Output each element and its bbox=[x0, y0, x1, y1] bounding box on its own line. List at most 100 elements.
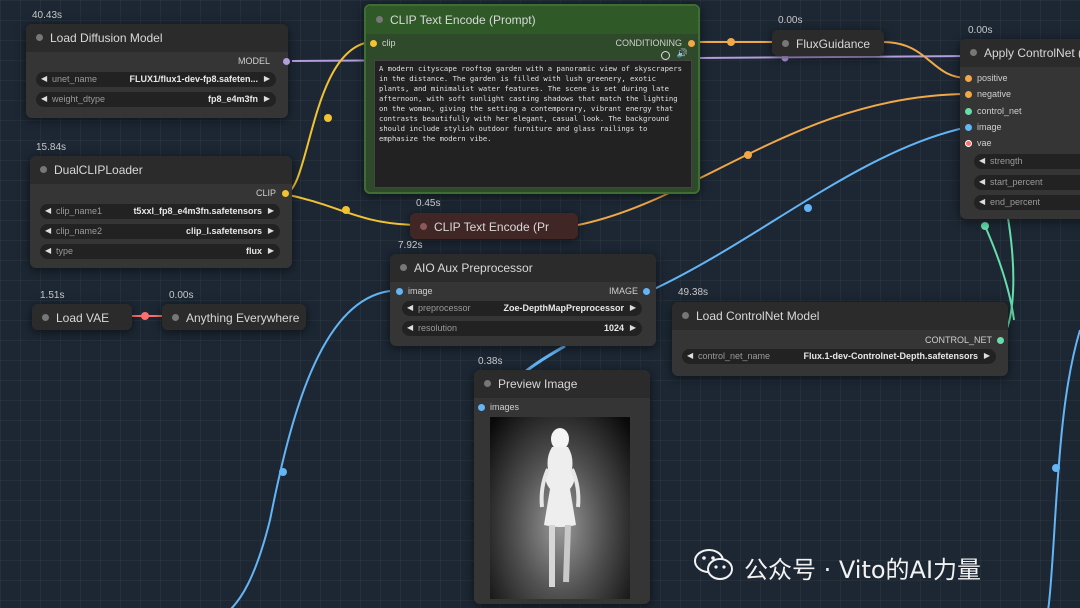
arrow-right-icon[interactable]: ▶ bbox=[268, 246, 274, 255]
node-title-bar[interactable]: Load Diffusion Model bbox=[26, 24, 288, 52]
wire-conditioning-positive bbox=[881, 41, 969, 79]
arrow-right-icon[interactable]: ▶ bbox=[630, 323, 636, 332]
widget-resolution[interactable]: ◀ resolution 1024 ▶ bbox=[402, 321, 642, 336]
clip-text-encode-prompt-node[interactable]: CLIP Text Encode (Prompt) clip CONDITION… bbox=[364, 4, 700, 194]
node-title-bar[interactable]: CLIP Text Encode (Pr bbox=[410, 213, 578, 239]
arrow-right-icon[interactable]: ▶ bbox=[268, 206, 274, 215]
wire-reroute-dot bbox=[727, 38, 735, 46]
widget-control-net-name[interactable]: ◀ control_net_name Flux.1-dev-Controlnet… bbox=[682, 349, 996, 364]
node-title-bar[interactable]: Anything Everywhere bbox=[162, 304, 306, 330]
node-title-bar[interactable]: DualCLIPLoader bbox=[30, 156, 292, 184]
load-vae-node[interactable]: Load VAE bbox=[32, 304, 132, 330]
clip-text-encode-collapsed-node[interactable]: CLIP Text Encode (Pr bbox=[410, 213, 578, 239]
flux-guidance-node[interactable]: FluxGuidance bbox=[772, 30, 884, 56]
input-label-image: image bbox=[977, 122, 1002, 132]
dual-clip-loader-node[interactable]: DualCLIPLoader CLIP ◀ clip_name1 t5xxl_f… bbox=[30, 156, 292, 268]
widget-clip-name1[interactable]: ◀ clip_name1 t5xxl_fp8_e4m3fn.safetensor… bbox=[40, 204, 280, 219]
collapse-dot-icon[interactable] bbox=[40, 166, 47, 173]
widget-value: FLUX1/flux1-dev-fp8.safeten... bbox=[129, 74, 258, 84]
output-slot-conditioning[interactable] bbox=[688, 40, 695, 47]
collapse-dot-icon[interactable] bbox=[970, 49, 977, 56]
arrow-left-icon[interactable]: ◀ bbox=[41, 94, 47, 103]
speaker-icon[interactable]: 🔊 bbox=[677, 48, 688, 59]
arrow-right-icon[interactable]: ▶ bbox=[630, 303, 636, 312]
node-title-bar[interactable]: CLIP Text Encode (Prompt) bbox=[366, 6, 698, 34]
input-slot-negative[interactable] bbox=[965, 91, 972, 98]
widget-label: start_percent bbox=[990, 177, 1043, 187]
input-slot-images[interactable] bbox=[478, 404, 485, 411]
node-title: DualCLIPLoader bbox=[54, 163, 143, 177]
collapse-dot-icon[interactable] bbox=[420, 223, 427, 230]
arrow-left-icon[interactable]: ◀ bbox=[45, 226, 51, 235]
input-slot-image[interactable] bbox=[965, 124, 972, 131]
arrow-left-icon[interactable]: ◀ bbox=[979, 156, 985, 165]
widget-type[interactable]: ◀ type flux ▶ bbox=[40, 244, 280, 259]
output-slot-control-net[interactable] bbox=[997, 337, 1004, 344]
output-slot-model[interactable] bbox=[283, 58, 290, 65]
output-slot-clip[interactable] bbox=[282, 190, 289, 197]
node-title-bar[interactable]: AIO Aux Preprocessor bbox=[390, 254, 656, 282]
anything-everywhere-node[interactable]: Anything Everywhere bbox=[162, 304, 306, 330]
input-label-vae: vae bbox=[977, 138, 992, 148]
arrow-left-icon[interactable]: ◀ bbox=[979, 177, 985, 186]
widget-label: preprocessor bbox=[418, 303, 471, 313]
widget-unet-name[interactable]: ◀ unet_name FLUX1/flux1-dev-fp8.safeten.… bbox=[36, 72, 276, 87]
node-canvas[interactable]: 40.43s Load Diffusion Model MODEL ◀ unet… bbox=[0, 0, 1080, 608]
node-timer: 49.38s bbox=[678, 287, 709, 298]
prompt-textarea[interactable]: A modern cityscape rooftop garden with a… bbox=[374, 60, 692, 188]
input-slot-image[interactable] bbox=[396, 288, 403, 295]
collapse-dot-icon[interactable] bbox=[172, 314, 179, 321]
arrow-right-icon[interactable]: ▶ bbox=[264, 74, 270, 83]
collapse-dot-icon[interactable] bbox=[376, 16, 383, 23]
widget-preprocessor[interactable]: ◀ preprocessor Zoe-DepthMapPreprocessor … bbox=[402, 301, 642, 316]
node-title-bar[interactable]: Apply ControlNet ( bbox=[960, 39, 1080, 67]
preview-image-node[interactable]: Preview Image images bbox=[474, 370, 650, 604]
node-timer: 0.38s bbox=[478, 356, 503, 367]
collapse-dot-icon[interactable] bbox=[400, 264, 407, 271]
collapse-dot-icon[interactable] bbox=[782, 40, 789, 47]
node-timer: 15.84s bbox=[36, 142, 67, 153]
input-label-clip: clip bbox=[382, 38, 396, 48]
widget-value: Zoe-DepthMapPreprocessor bbox=[503, 303, 624, 313]
input-label-positive: positive bbox=[977, 73, 1008, 83]
output-slot-image[interactable] bbox=[643, 288, 650, 295]
record-icon[interactable] bbox=[661, 51, 670, 60]
input-slot-vae[interactable] bbox=[965, 140, 972, 147]
input-slot-clip[interactable] bbox=[370, 40, 377, 47]
widget-clip-name2[interactable]: ◀ clip_name2 clip_l.safetensors ▶ bbox=[40, 224, 280, 239]
arrow-left-icon[interactable]: ◀ bbox=[979, 197, 985, 206]
arrow-right-icon[interactable]: ▶ bbox=[268, 226, 274, 235]
collapse-dot-icon[interactable] bbox=[484, 380, 491, 387]
aio-aux-preprocessor-node[interactable]: AIO Aux Preprocessor image IMAGE ◀ prepr… bbox=[390, 254, 656, 346]
arrow-left-icon[interactable]: ◀ bbox=[45, 246, 51, 255]
node-title-bar[interactable]: Preview Image bbox=[474, 370, 650, 398]
collapse-dot-icon[interactable] bbox=[42, 314, 49, 321]
arrow-right-icon[interactable]: ▶ bbox=[264, 94, 270, 103]
output-label-model: MODEL bbox=[237, 56, 270, 66]
arrow-left-icon[interactable]: ◀ bbox=[687, 351, 693, 360]
load-controlnet-model-node[interactable]: Load ControlNet Model CONTROL_NET ◀ cont… bbox=[672, 302, 1008, 376]
arrow-left-icon[interactable]: ◀ bbox=[407, 323, 413, 332]
node-title-bar[interactable]: Load ControlNet Model bbox=[672, 302, 1008, 330]
arrow-left-icon[interactable]: ◀ bbox=[41, 74, 47, 83]
input-slot-positive[interactable] bbox=[965, 75, 972, 82]
node-title-bar[interactable]: Load VAE bbox=[32, 304, 132, 330]
node-timer: 1.51s bbox=[40, 290, 65, 301]
apply-controlnet-node[interactable]: Apply ControlNet ( positive negative con… bbox=[960, 39, 1080, 219]
arrow-left-icon[interactable]: ◀ bbox=[407, 303, 413, 312]
widget-end-percent[interactable]: ◀ end_percent bbox=[974, 195, 1080, 210]
widget-weight-dtype[interactable]: ◀ weight_dtype fp8_e4m3fn ▶ bbox=[36, 92, 276, 107]
widget-value: fp8_e4m3fn bbox=[207, 94, 258, 104]
wire-reroute-dot bbox=[804, 204, 812, 212]
collapse-dot-icon[interactable] bbox=[36, 34, 43, 41]
collapse-dot-icon[interactable] bbox=[682, 312, 689, 319]
widget-strength[interactable]: ◀ strength bbox=[974, 154, 1080, 169]
node-timer: 0.45s bbox=[416, 198, 441, 209]
arrow-right-icon[interactable]: ▶ bbox=[984, 351, 990, 360]
input-slot-control-net[interactable] bbox=[965, 108, 972, 115]
node-title-bar[interactable]: FluxGuidance bbox=[772, 30, 884, 56]
load-diffusion-model-node[interactable]: Load Diffusion Model MODEL ◀ unet_name F… bbox=[26, 24, 290, 118]
output-label-image: IMAGE bbox=[608, 286, 638, 296]
widget-start-percent[interactable]: ◀ start_percent bbox=[974, 175, 1080, 190]
arrow-left-icon[interactable]: ◀ bbox=[45, 206, 51, 215]
